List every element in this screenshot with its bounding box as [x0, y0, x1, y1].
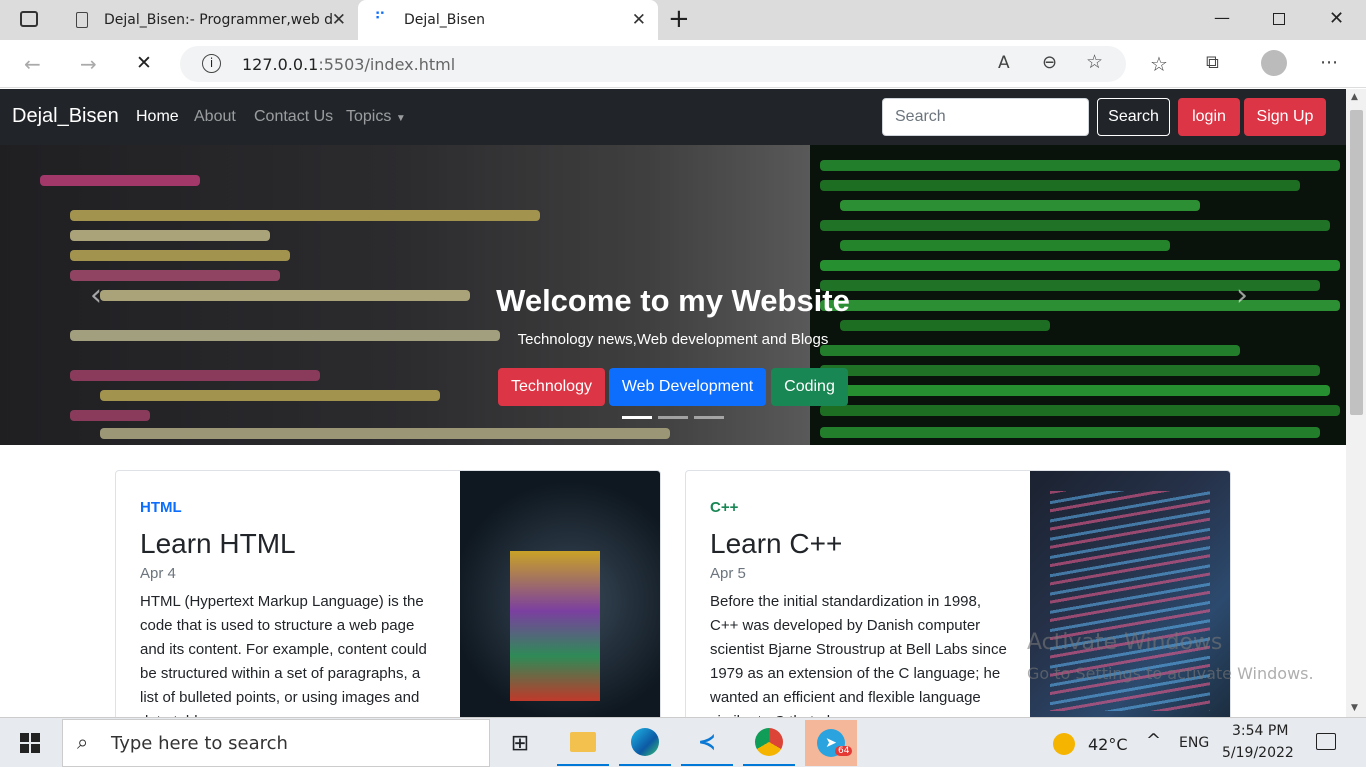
vscode-icon[interactable]: ≺	[681, 720, 733, 766]
scroll-up-icon[interactable]: ▲	[1351, 92, 1358, 102]
card-html: HTML Learn HTML Apr 4 HTML (Hypertext Ma…	[115, 470, 661, 717]
taskbar: ⌕ Type here to search ⊞ ≺ ➤ 64 42°C ^ EN…	[0, 717, 1366, 767]
read-aloud-icon[interactable]: A	[998, 53, 1010, 73]
weather-sun-icon[interactable]	[1053, 733, 1075, 755]
nav-topics-dropdown[interactable]: Topics ▼	[346, 108, 406, 126]
web-page: Dejal_Bisen Home About Contact Us Topics…	[0, 89, 1346, 717]
task-view-icon[interactable]: ⊞	[494, 720, 546, 766]
card-category: HTML	[140, 499, 182, 516]
caret-down-icon: ▼	[395, 113, 406, 124]
address-bar: ← → ✕ i 127.0.0.1:5503/index.html A ⊖ ☆ …	[0, 40, 1366, 88]
activate-windows-title: Activate Windows	[1027, 630, 1223, 655]
zoom-out-icon[interactable]: ⊖	[1042, 52, 1057, 73]
telegram-icon[interactable]: ➤ 64	[805, 720, 857, 766]
url-path: :5503/index.html	[318, 54, 456, 74]
collections-icon[interactable]: ⧉	[1206, 52, 1219, 73]
new-tab-icon[interactable]: +	[668, 4, 690, 34]
restore-icon[interactable]	[1273, 13, 1285, 25]
chevron-up-icon[interactable]: ^	[1146, 730, 1161, 751]
url-field[interactable]: i 127.0.0.1:5503/index.html A ⊖ ☆	[180, 46, 1126, 82]
site-info-icon[interactable]: i	[202, 54, 221, 73]
carousel-indicator-3[interactable]	[694, 416, 724, 419]
tab-programmer[interactable]: Dejal_Bisen:- Programmer,web d ✕	[58, 0, 358, 40]
search-placeholder: Search	[895, 108, 946, 125]
card-category: C++	[710, 499, 739, 516]
nav-about[interactable]: About	[194, 108, 236, 126]
more-menu-icon[interactable]: ⋯	[1320, 52, 1338, 73]
card-date: Apr 5	[710, 565, 746, 582]
search-icon: ⌕	[77, 730, 89, 754]
web-development-button[interactable]: Web Development	[609, 368, 766, 406]
card-date: Apr 4	[140, 565, 176, 582]
scroll-down-icon[interactable]: ▼	[1351, 703, 1358, 713]
notification-icon[interactable]	[1316, 733, 1336, 750]
nav-contact[interactable]: Contact Us	[254, 108, 333, 126]
carousel-indicator-1[interactable]	[622, 416, 652, 419]
carousel-indicator-2[interactable]	[658, 416, 688, 419]
coding-button[interactable]: Coding	[771, 368, 848, 406]
close-tab-icon[interactable]: ✕	[332, 10, 346, 30]
minimize-icon[interactable]: —	[1214, 8, 1230, 27]
tab-actions-icon[interactable]	[20, 11, 38, 27]
card-image	[460, 471, 660, 717]
favorites-icon[interactable]: ☆	[1150, 52, 1168, 76]
navbar: Dejal_Bisen Home About Contact Us Topics…	[0, 89, 1346, 145]
profile-avatar[interactable]	[1261, 50, 1287, 76]
clock-date[interactable]: 5/19/2022	[1222, 745, 1294, 761]
add-favorite-icon[interactable]: ☆	[1086, 51, 1103, 73]
stop-loading-icon[interactable]: ✕	[136, 52, 152, 74]
taskbar-search-placeholder: Type here to search	[111, 732, 288, 754]
windows-start-icon[interactable]	[20, 733, 40, 753]
signup-button[interactable]: Sign Up	[1244, 98, 1326, 136]
telegram-badge: 64	[835, 746, 853, 756]
tab-dejal-bisen[interactable]: ⠋ Dejal_Bisen ✕	[358, 0, 658, 40]
card-text: Before the initial standardization in 19…	[710, 593, 1007, 717]
brand[interactable]: Dejal_Bisen	[12, 105, 119, 128]
hero-title: Welcome to my Website	[496, 283, 850, 318]
browser-tab-bar: Dejal_Bisen:- Programmer,web d ✕ ⠋ Dejal…	[0, 0, 1366, 40]
hero-carousel: ‹ › Welcome to my Website Technology new…	[0, 145, 1346, 445]
login-button[interactable]: login	[1178, 98, 1240, 136]
technology-button[interactable]: Technology	[498, 368, 605, 406]
nav-home[interactable]: Home	[136, 108, 179, 126]
close-window-icon[interactable]: ✕	[1329, 8, 1344, 29]
tab-title: Dejal_Bisen	[404, 12, 486, 28]
clock-time[interactable]: 3:54 PM	[1232, 723, 1288, 739]
search-button[interactable]: Search	[1097, 98, 1170, 136]
activate-windows-subtitle: Go to Settings to activate Windows.	[1027, 664, 1314, 683]
file-explorer-icon[interactable]	[557, 720, 609, 766]
hero-subtitle: Technology news,Web development and Blog…	[517, 331, 829, 348]
scrollbar-thumb[interactable]	[1350, 110, 1363, 415]
tab-title: Dejal_Bisen:- Programmer,web d	[104, 12, 334, 28]
page-icon	[76, 12, 88, 28]
back-icon[interactable]: ←	[24, 52, 41, 76]
chrome-icon[interactable]	[743, 720, 795, 766]
card-title: Learn C++	[710, 528, 843, 559]
taskbar-search-input[interactable]: ⌕ Type here to search	[62, 719, 490, 767]
card-text: HTML (Hypertext Markup Language) is the …	[140, 593, 427, 717]
language-indicator[interactable]: ENG	[1179, 735, 1209, 751]
card-title: Learn HTML	[140, 528, 296, 559]
nav-topics-label: Topics	[346, 108, 392, 125]
loading-icon: ⠋	[374, 9, 386, 28]
edge-icon[interactable]	[619, 720, 671, 766]
temperature[interactable]: 42°C	[1088, 735, 1128, 754]
url-host: 127.0.0.1	[242, 54, 319, 74]
close-tab-icon[interactable]: ✕	[632, 10, 646, 30]
forward-icon[interactable]: →	[80, 52, 97, 76]
search-input[interactable]: Search	[882, 98, 1089, 136]
